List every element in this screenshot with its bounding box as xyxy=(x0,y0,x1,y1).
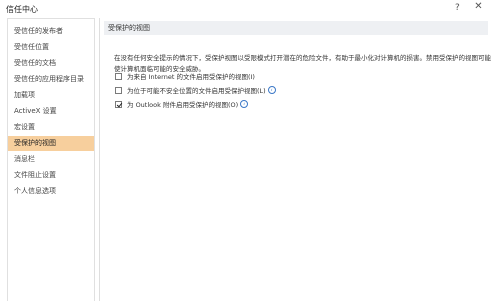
sidebar-item-trusted-locations[interactable]: 受信任位置 xyxy=(8,40,94,55)
sidebar-item-macro-settings[interactable]: 宏设置 xyxy=(8,120,94,135)
window-title: 信任中心 xyxy=(6,5,38,14)
title-bar: 信任中心 ? ✕ xyxy=(0,0,495,17)
internet-files-label[interactable]: 为来自 Internet 的文件启用受保护的视图(I) xyxy=(127,71,255,81)
sidebar-item-privacy-options[interactable]: 个人信息选项 xyxy=(8,184,94,199)
sidebar-item-trusted-publishers[interactable]: 受信任的发布者 xyxy=(8,24,94,39)
option-unsafe-locations[interactable]: 为位于可能不安全位置的文件启用受保护视图(L) i xyxy=(115,85,276,95)
option-internet-files[interactable]: 为来自 Internet 的文件启用受保护的视图(I) xyxy=(115,71,255,81)
sidebar-item-trusted-documents[interactable]: 受信任的文档 xyxy=(8,56,94,71)
content-panel: 受保护的视图 在没有任何安全提示的情况下，受保护视图以受限模式打开潜在的危险文件… xyxy=(99,18,495,301)
trust-center-window: 信任中心 ? ✕ 受信任的发布者 受信任位置 受信任的文档 受信任的应用程序目录… xyxy=(0,0,495,301)
info-icon: i xyxy=(240,100,249,108)
section-title: 受保护的视图 xyxy=(104,21,488,35)
sidebar-item-message-bar[interactable]: 消息栏 xyxy=(8,152,94,167)
info-icon: i xyxy=(267,86,276,94)
sidebar-item-add-ins[interactable]: 加载项 xyxy=(8,88,94,103)
help-button[interactable]: ? xyxy=(455,3,460,13)
sidebar-item-trusted-app-catalogs[interactable]: 受信任的应用程序目录 xyxy=(8,72,94,87)
outlook-attachments-checkbox[interactable] xyxy=(115,100,122,108)
sidebar-item-file-block-settings[interactable]: 文件阻止设置 xyxy=(8,168,94,183)
option-outlook-attachments[interactable]: 为 Outlook 附件启用受保护的视图(O) i xyxy=(115,99,249,109)
outlook-attachments-label[interactable]: 为 Outlook 附件启用受保护的视图(O) xyxy=(127,99,238,109)
sidebar-item-activex-settings[interactable]: ActiveX 设置 xyxy=(8,104,94,119)
sidebar: 受信任的发布者 受信任位置 受信任的文档 受信任的应用程序目录 加载项 Acti… xyxy=(7,18,95,301)
unsafe-locations-checkbox[interactable] xyxy=(115,86,122,94)
unsafe-locations-label[interactable]: 为位于可能不安全位置的文件启用受保护视图(L) xyxy=(127,85,266,95)
sidebar-item-protected-view[interactable]: 受保护的视图 xyxy=(8,136,94,151)
internet-files-checkbox[interactable] xyxy=(115,72,122,80)
close-button[interactable]: ✕ xyxy=(470,1,487,13)
